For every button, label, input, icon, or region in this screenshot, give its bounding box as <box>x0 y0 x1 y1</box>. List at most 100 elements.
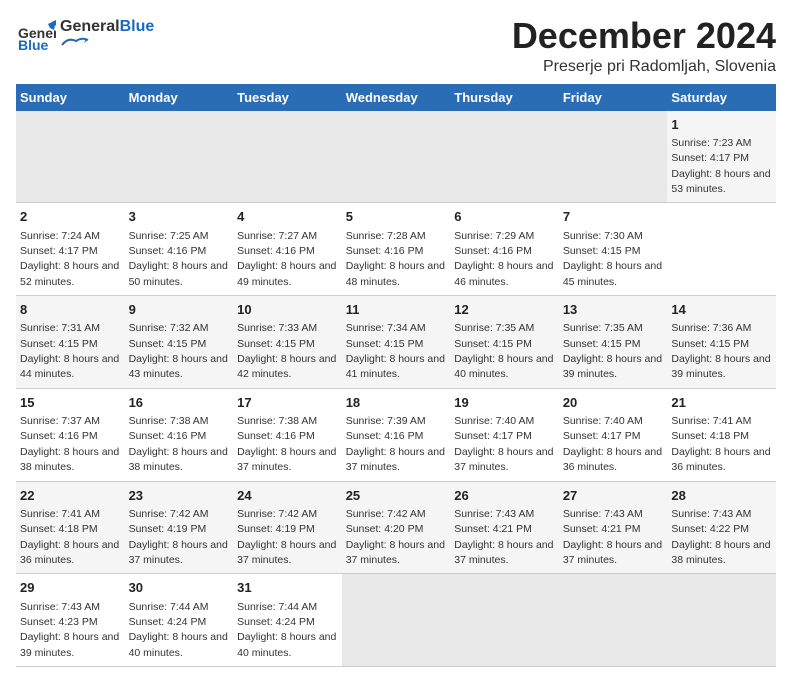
col-header-friday: Friday <box>559 84 668 111</box>
sunset-time: Sunset: 4:15 PM <box>346 338 424 350</box>
empty-cell <box>342 574 451 667</box>
calendar-cell-day-12: 12 Sunrise: 7:35 AM Sunset: 4:15 PM Dayl… <box>450 296 559 389</box>
logo: General Blue GeneralBlue <box>16 16 154 56</box>
sunrise-time: Sunrise: 7:41 AM <box>20 508 100 520</box>
sunset-time: Sunset: 4:15 PM <box>237 338 315 350</box>
logo-bird-icon <box>60 35 90 49</box>
calendar-cell-day-16: 16 Sunrise: 7:38 AM Sunset: 4:16 PM Dayl… <box>125 388 234 481</box>
sunset-time: Sunset: 4:15 PM <box>671 338 749 350</box>
daylight-info: Daylight: 8 hours and 38 minutes. <box>20 446 119 473</box>
logo-blue: Blue <box>120 18 155 35</box>
calendar-week-row: 22 Sunrise: 7:41 AM Sunset: 4:18 PM Dayl… <box>16 481 776 574</box>
sunrise-time: Sunrise: 7:43 AM <box>563 508 643 520</box>
daylight-info: Daylight: 8 hours and 46 minutes. <box>454 260 553 287</box>
sunset-time: Sunset: 4:17 PM <box>671 152 749 164</box>
sunrise-time: Sunrise: 7:40 AM <box>454 415 534 427</box>
sunset-time: Sunset: 4:18 PM <box>671 430 749 442</box>
svg-text:Blue: Blue <box>18 37 49 53</box>
sunrise-time: Sunrise: 7:35 AM <box>563 322 643 334</box>
sunrise-time: Sunrise: 7:30 AM <box>563 230 643 242</box>
sunset-time: Sunset: 4:23 PM <box>20 616 98 628</box>
day-number: 24 <box>237 487 338 505</box>
day-number: 12 <box>454 301 555 319</box>
sunrise-time: Sunrise: 7:28 AM <box>346 230 426 242</box>
empty-cell <box>450 111 559 203</box>
calendar-cell-day-7: 7 Sunrise: 7:30 AM Sunset: 4:15 PM Dayli… <box>559 203 668 296</box>
sunrise-time: Sunrise: 7:32 AM <box>129 322 209 334</box>
sunrise-time: Sunrise: 7:43 AM <box>671 508 751 520</box>
day-number: 28 <box>671 487 772 505</box>
daylight-info: Daylight: 8 hours and 37 minutes. <box>129 539 228 566</box>
sunset-time: Sunset: 4:17 PM <box>20 245 98 257</box>
sunrise-time: Sunrise: 7:36 AM <box>671 322 751 334</box>
sunset-time: Sunset: 4:15 PM <box>563 245 641 257</box>
sunrise-time: Sunrise: 7:43 AM <box>454 508 534 520</box>
empty-cell <box>16 111 125 203</box>
daylight-info: Daylight: 8 hours and 40 minutes. <box>454 353 553 380</box>
sunset-time: Sunset: 4:16 PM <box>129 430 207 442</box>
calendar-cell-day-15: 15 Sunrise: 7:37 AM Sunset: 4:16 PM Dayl… <box>16 388 125 481</box>
title-area: December 2024 Preserje pri Radomljah, Sl… <box>512 16 776 76</box>
calendar-cell-day-17: 17 Sunrise: 7:38 AM Sunset: 4:16 PM Dayl… <box>233 388 342 481</box>
col-header-tuesday: Tuesday <box>233 84 342 111</box>
calendar-cell-day-31: 31 Sunrise: 7:44 AM Sunset: 4:24 PM Dayl… <box>233 574 342 667</box>
sunset-time: Sunset: 4:19 PM <box>129 523 207 535</box>
day-number: 8 <box>20 301 121 319</box>
day-number: 2 <box>20 208 121 226</box>
calendar-cell-day-1: 1 Sunrise: 7:23 AM Sunset: 4:17 PM Dayli… <box>667 111 776 203</box>
daylight-info: Daylight: 8 hours and 48 minutes. <box>346 260 445 287</box>
day-number: 27 <box>563 487 664 505</box>
daylight-info: Daylight: 8 hours and 43 minutes. <box>129 353 228 380</box>
daylight-info: Daylight: 8 hours and 36 minutes. <box>20 539 119 566</box>
sunset-time: Sunset: 4:17 PM <box>454 430 532 442</box>
calendar-cell-day-11: 11 Sunrise: 7:34 AM Sunset: 4:15 PM Dayl… <box>342 296 451 389</box>
sunrise-time: Sunrise: 7:42 AM <box>129 508 209 520</box>
sunrise-time: Sunrise: 7:44 AM <box>237 601 317 613</box>
daylight-info: Daylight: 8 hours and 39 minutes. <box>671 353 770 380</box>
calendar-cell-day-3: 3 Sunrise: 7:25 AM Sunset: 4:16 PM Dayli… <box>125 203 234 296</box>
sunset-time: Sunset: 4:21 PM <box>454 523 532 535</box>
daylight-info: Daylight: 8 hours and 50 minutes. <box>129 260 228 287</box>
day-number: 29 <box>20 579 121 597</box>
sunrise-time: Sunrise: 7:33 AM <box>237 322 317 334</box>
col-header-saturday: Saturday <box>667 84 776 111</box>
col-header-wednesday: Wednesday <box>342 84 451 111</box>
sunrise-time: Sunrise: 7:42 AM <box>237 508 317 520</box>
daylight-info: Daylight: 8 hours and 52 minutes. <box>20 260 119 287</box>
daylight-info: Daylight: 8 hours and 37 minutes. <box>563 539 662 566</box>
daylight-info: Daylight: 8 hours and 40 minutes. <box>129 631 228 658</box>
day-number: 10 <box>237 301 338 319</box>
calendar-cell-day-26: 26 Sunrise: 7:43 AM Sunset: 4:21 PM Dayl… <box>450 481 559 574</box>
calendar-cell-day-10: 10 Sunrise: 7:33 AM Sunset: 4:15 PM Dayl… <box>233 296 342 389</box>
day-number: 19 <box>454 394 555 412</box>
daylight-info: Daylight: 8 hours and 44 minutes. <box>20 353 119 380</box>
sunrise-time: Sunrise: 7:29 AM <box>454 230 534 242</box>
day-number: 13 <box>563 301 664 319</box>
daylight-info: Daylight: 8 hours and 39 minutes. <box>20 631 119 658</box>
day-number: 26 <box>454 487 555 505</box>
day-number: 4 <box>237 208 338 226</box>
sunset-time: Sunset: 4:20 PM <box>346 523 424 535</box>
calendar-week-row: 2 Sunrise: 7:24 AM Sunset: 4:17 PM Dayli… <box>16 203 776 296</box>
location-subtitle: Preserje pri Radomljah, Slovenia <box>512 58 776 76</box>
day-number: 17 <box>237 394 338 412</box>
empty-cell <box>559 111 668 203</box>
calendar-cell-day-13: 13 Sunrise: 7:35 AM Sunset: 4:15 PM Dayl… <box>559 296 668 389</box>
day-number: 30 <box>129 579 230 597</box>
calendar-cell-day-14: 14 Sunrise: 7:36 AM Sunset: 4:15 PM Dayl… <box>667 296 776 389</box>
sunset-time: Sunset: 4:16 PM <box>346 245 424 257</box>
day-number: 11 <box>346 301 447 319</box>
daylight-info: Daylight: 8 hours and 45 minutes. <box>563 260 662 287</box>
sunrise-time: Sunrise: 7:44 AM <box>129 601 209 613</box>
sunset-time: Sunset: 4:19 PM <box>237 523 315 535</box>
day-number: 14 <box>671 301 772 319</box>
sunrise-time: Sunrise: 7:42 AM <box>346 508 426 520</box>
empty-cell <box>125 111 234 203</box>
daylight-info: Daylight: 8 hours and 37 minutes. <box>237 446 336 473</box>
calendar-week-row: 29 Sunrise: 7:43 AM Sunset: 4:23 PM Dayl… <box>16 574 776 667</box>
day-number: 6 <box>454 208 555 226</box>
daylight-info: Daylight: 8 hours and 53 minutes. <box>671 168 770 195</box>
day-number: 23 <box>129 487 230 505</box>
sunrise-time: Sunrise: 7:39 AM <box>346 415 426 427</box>
daylight-info: Daylight: 8 hours and 38 minutes. <box>129 446 228 473</box>
